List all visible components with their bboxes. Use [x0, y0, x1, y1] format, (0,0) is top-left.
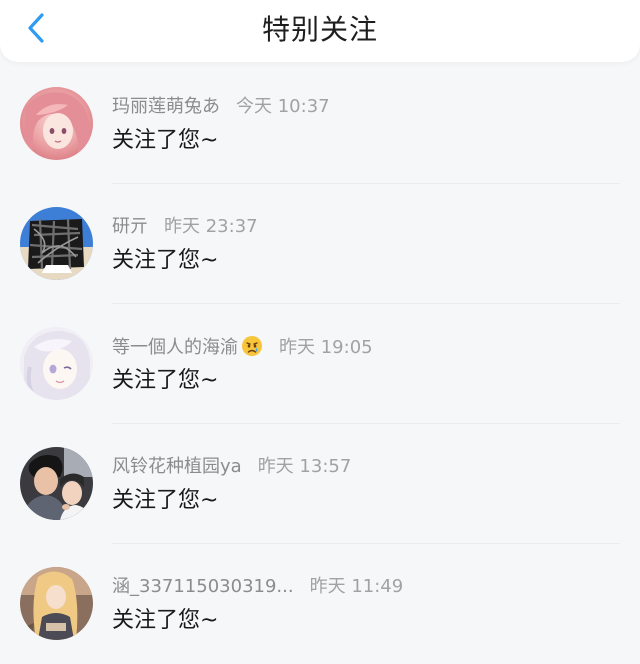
timestamp: 昨天 13:57: [257, 456, 352, 477]
timestamp: 昨天 11:49: [309, 576, 404, 597]
avatar[interactable]: [20, 327, 93, 400]
user-name[interactable]: 研亓: [112, 216, 148, 237]
follower-list: 玛丽莲萌兔あ今天 10:37 关注了您~ 研亓昨天 23:37 关注了您~: [0, 64, 640, 664]
avatar[interactable]: [20, 567, 93, 640]
message-text: 关注了您~: [112, 248, 219, 273]
user-name[interactable]: 风铃花种植园ya: [112, 456, 242, 477]
avatar[interactable]: [20, 207, 93, 280]
avatar[interactable]: [20, 447, 93, 520]
timestamp: 今天 10:37: [236, 96, 330, 117]
message-text: 关注了您~: [112, 608, 219, 633]
user-name[interactable]: 涵_337115030319...: [112, 576, 294, 597]
list-item[interactable]: 涵_337115030319... 昨天 11:49 关注了您~: [0, 544, 640, 664]
page-title: 特别关注: [261, 13, 378, 46]
user-name[interactable]: 玛丽莲萌兔あ: [112, 96, 220, 117]
item-meta: 涵_337115030319... 昨天 11:49: [112, 575, 403, 599]
list-item[interactable]: 等一個人的海渝 昨天 19:05 关注了您~: [0, 304, 640, 424]
user-name[interactable]: 等一個人的海渝: [112, 337, 238, 358]
crying-face-emoji: [241, 335, 263, 357]
message-text: 关注了您~: [112, 368, 219, 393]
timestamp: 昨天 19:05: [279, 337, 373, 358]
list-item[interactable]: 研亓 昨天 23:37 关注了您~: [0, 184, 640, 304]
item-meta: 风铃花种植园ya 昨天 13:57: [112, 455, 351, 479]
item-meta: 玛丽莲萌兔あ 今天 10:37: [112, 95, 330, 119]
item-meta: 等一個人的海渝 昨天 19:05: [112, 335, 373, 360]
message-text: 关注了您~: [112, 488, 219, 513]
item-meta: 研亓 昨天 23:37: [112, 215, 258, 239]
list-item[interactable]: 玛丽莲萌兔あ 今天 10:37 关注了您~: [0, 64, 640, 184]
timestamp: 昨天 23:37: [164, 216, 258, 237]
top-bar: 特别关注: [0, 0, 640, 62]
message-text: 关注了您~: [112, 128, 219, 153]
list-item[interactable]: 风铃花种植园ya 昨天 13:57 关注了您~: [0, 424, 640, 544]
avatar[interactable]: [20, 87, 93, 160]
